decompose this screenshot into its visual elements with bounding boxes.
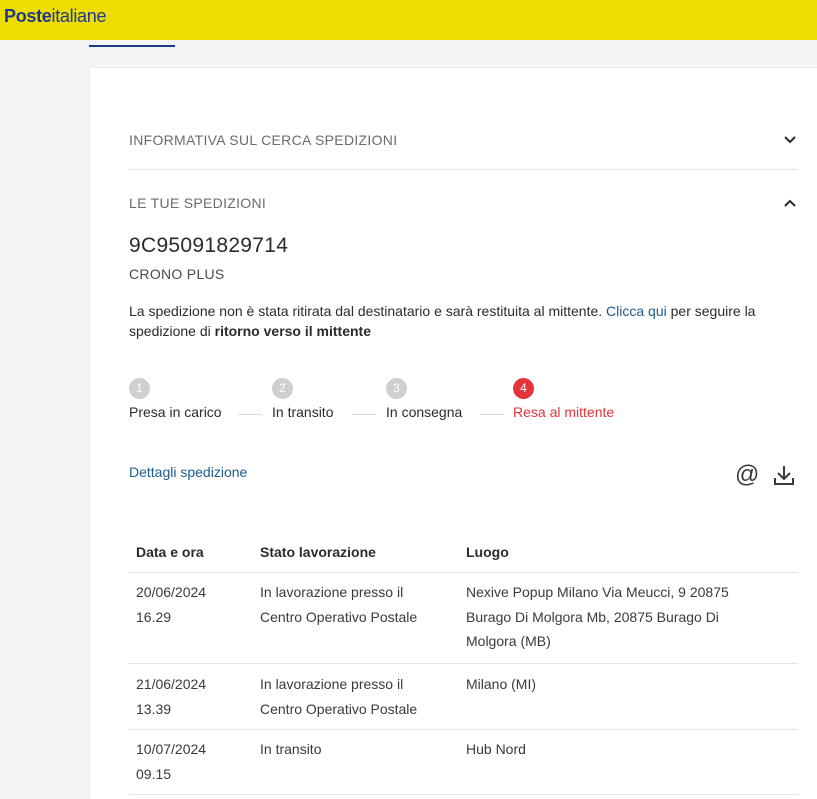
row-1-time: 16.29 (136, 608, 172, 625)
tracking-code: 9C95091829714 (129, 234, 289, 257)
step-4-circle: 4 (513, 378, 534, 399)
step-connector (352, 414, 376, 415)
table-row-3-date: 10/07/2024 09.15 (136, 737, 206, 786)
logo-bold-text: Poste (4, 6, 52, 26)
step-2-label: In transito (272, 404, 334, 420)
col-header-place: Luogo (466, 544, 509, 560)
table-row-2-status: In lavorazione presso il Centro Operativ… (260, 672, 417, 721)
table-row-3-place: Hub Nord (466, 737, 526, 762)
row-2-status-line-1: In lavorazione presso il (260, 676, 404, 692)
table-row-2-date: 21/06/2024 13.39 (136, 672, 206, 721)
row-3-place-line-1: Hub Nord (466, 741, 526, 757)
table-row-divider (129, 794, 798, 795)
table-row-2-place: Milano (MI) (466, 672, 536, 697)
step-connector (480, 414, 504, 415)
details-link[interactable]: Dettagli spedizione (129, 464, 247, 480)
row-1-status-line-2: Centro Operativo Postale (260, 608, 418, 625)
col-header-status: Stato lavorazione (260, 544, 376, 560)
row-1-place-line-3: Molgora (MB) (466, 633, 551, 649)
row-1-status-line-1: In lavorazione presso il (260, 584, 404, 600)
step-1-circle: 1 (129, 378, 150, 399)
header-bar: Posteitaliane (0, 0, 817, 40)
row-1-place-line-2: Burago Di Molgora Mb, 20875 Burago Di (466, 608, 719, 625)
row-2-place-line-1: Milano (MI) (466, 676, 537, 692)
active-tab-indicator (89, 45, 175, 47)
accordion-shipments-title[interactable]: LE TUE SPEDIZIONI (129, 195, 266, 211)
table-row-1-date: 20/06/2024 16.29 (136, 580, 206, 629)
message-strong-text: ritorno verso il mittente (214, 323, 371, 339)
row-3-status-line-1: In transito (260, 741, 322, 757)
chevron-down-icon[interactable] (782, 132, 798, 148)
poste-italiane-logo[interactable]: Posteitaliane (4, 6, 106, 27)
shipment-status-message: La spedizione non è stata ritirata dal d… (129, 301, 789, 341)
accordion-divider (129, 169, 798, 170)
download-icon[interactable] (772, 463, 796, 487)
chevron-up-icon[interactable] (782, 195, 798, 211)
col-header-date: Data e ora (136, 544, 204, 560)
table-row-1-place: Nexive Popup Milano Via Meucci, 9 20875 … (466, 580, 729, 654)
table-row-1-status: In lavorazione presso il Centro Operativ… (260, 580, 417, 629)
row-2-status-line-2: Centro Operativo Postale (260, 700, 418, 717)
table-row-3-status: In transito (260, 737, 321, 762)
row-3-time: 09.15 (136, 765, 172, 782)
accordion-info-title[interactable]: INFORMATIVA SUL CERCA SPEDIZIONI (129, 132, 397, 148)
row-1-place-line-1: Nexive Popup Milano Via Meucci, 9 20875 (466, 584, 729, 600)
logo-light-text: italiane (51, 6, 107, 26)
row-2-date: 21/06/2024 (136, 676, 207, 692)
row-1-date: 20/06/2024 (136, 584, 207, 600)
service-name: CRONO PLUS (129, 266, 225, 282)
clicca-qui-link[interactable]: Clicca qui (606, 303, 667, 319)
step-3-circle: 3 (386, 378, 407, 399)
table-row-divider (129, 729, 798, 730)
step-1-label: Presa in carico (129, 404, 222, 420)
step-2-circle: 2 (272, 378, 293, 399)
step-4-label: Resa al mittente (513, 404, 615, 420)
row-3-date: 10/07/2024 (136, 741, 207, 757)
message-text-1: La spedizione non è stata ritirata dal d… (129, 303, 603, 319)
table-row-divider (129, 572, 798, 573)
step-connector (238, 414, 262, 415)
row-2-time: 13.39 (136, 700, 172, 717)
email-at-icon[interactable]: @ (735, 461, 759, 489)
step-3-label: In consegna (386, 404, 463, 420)
table-row-divider (129, 663, 798, 664)
